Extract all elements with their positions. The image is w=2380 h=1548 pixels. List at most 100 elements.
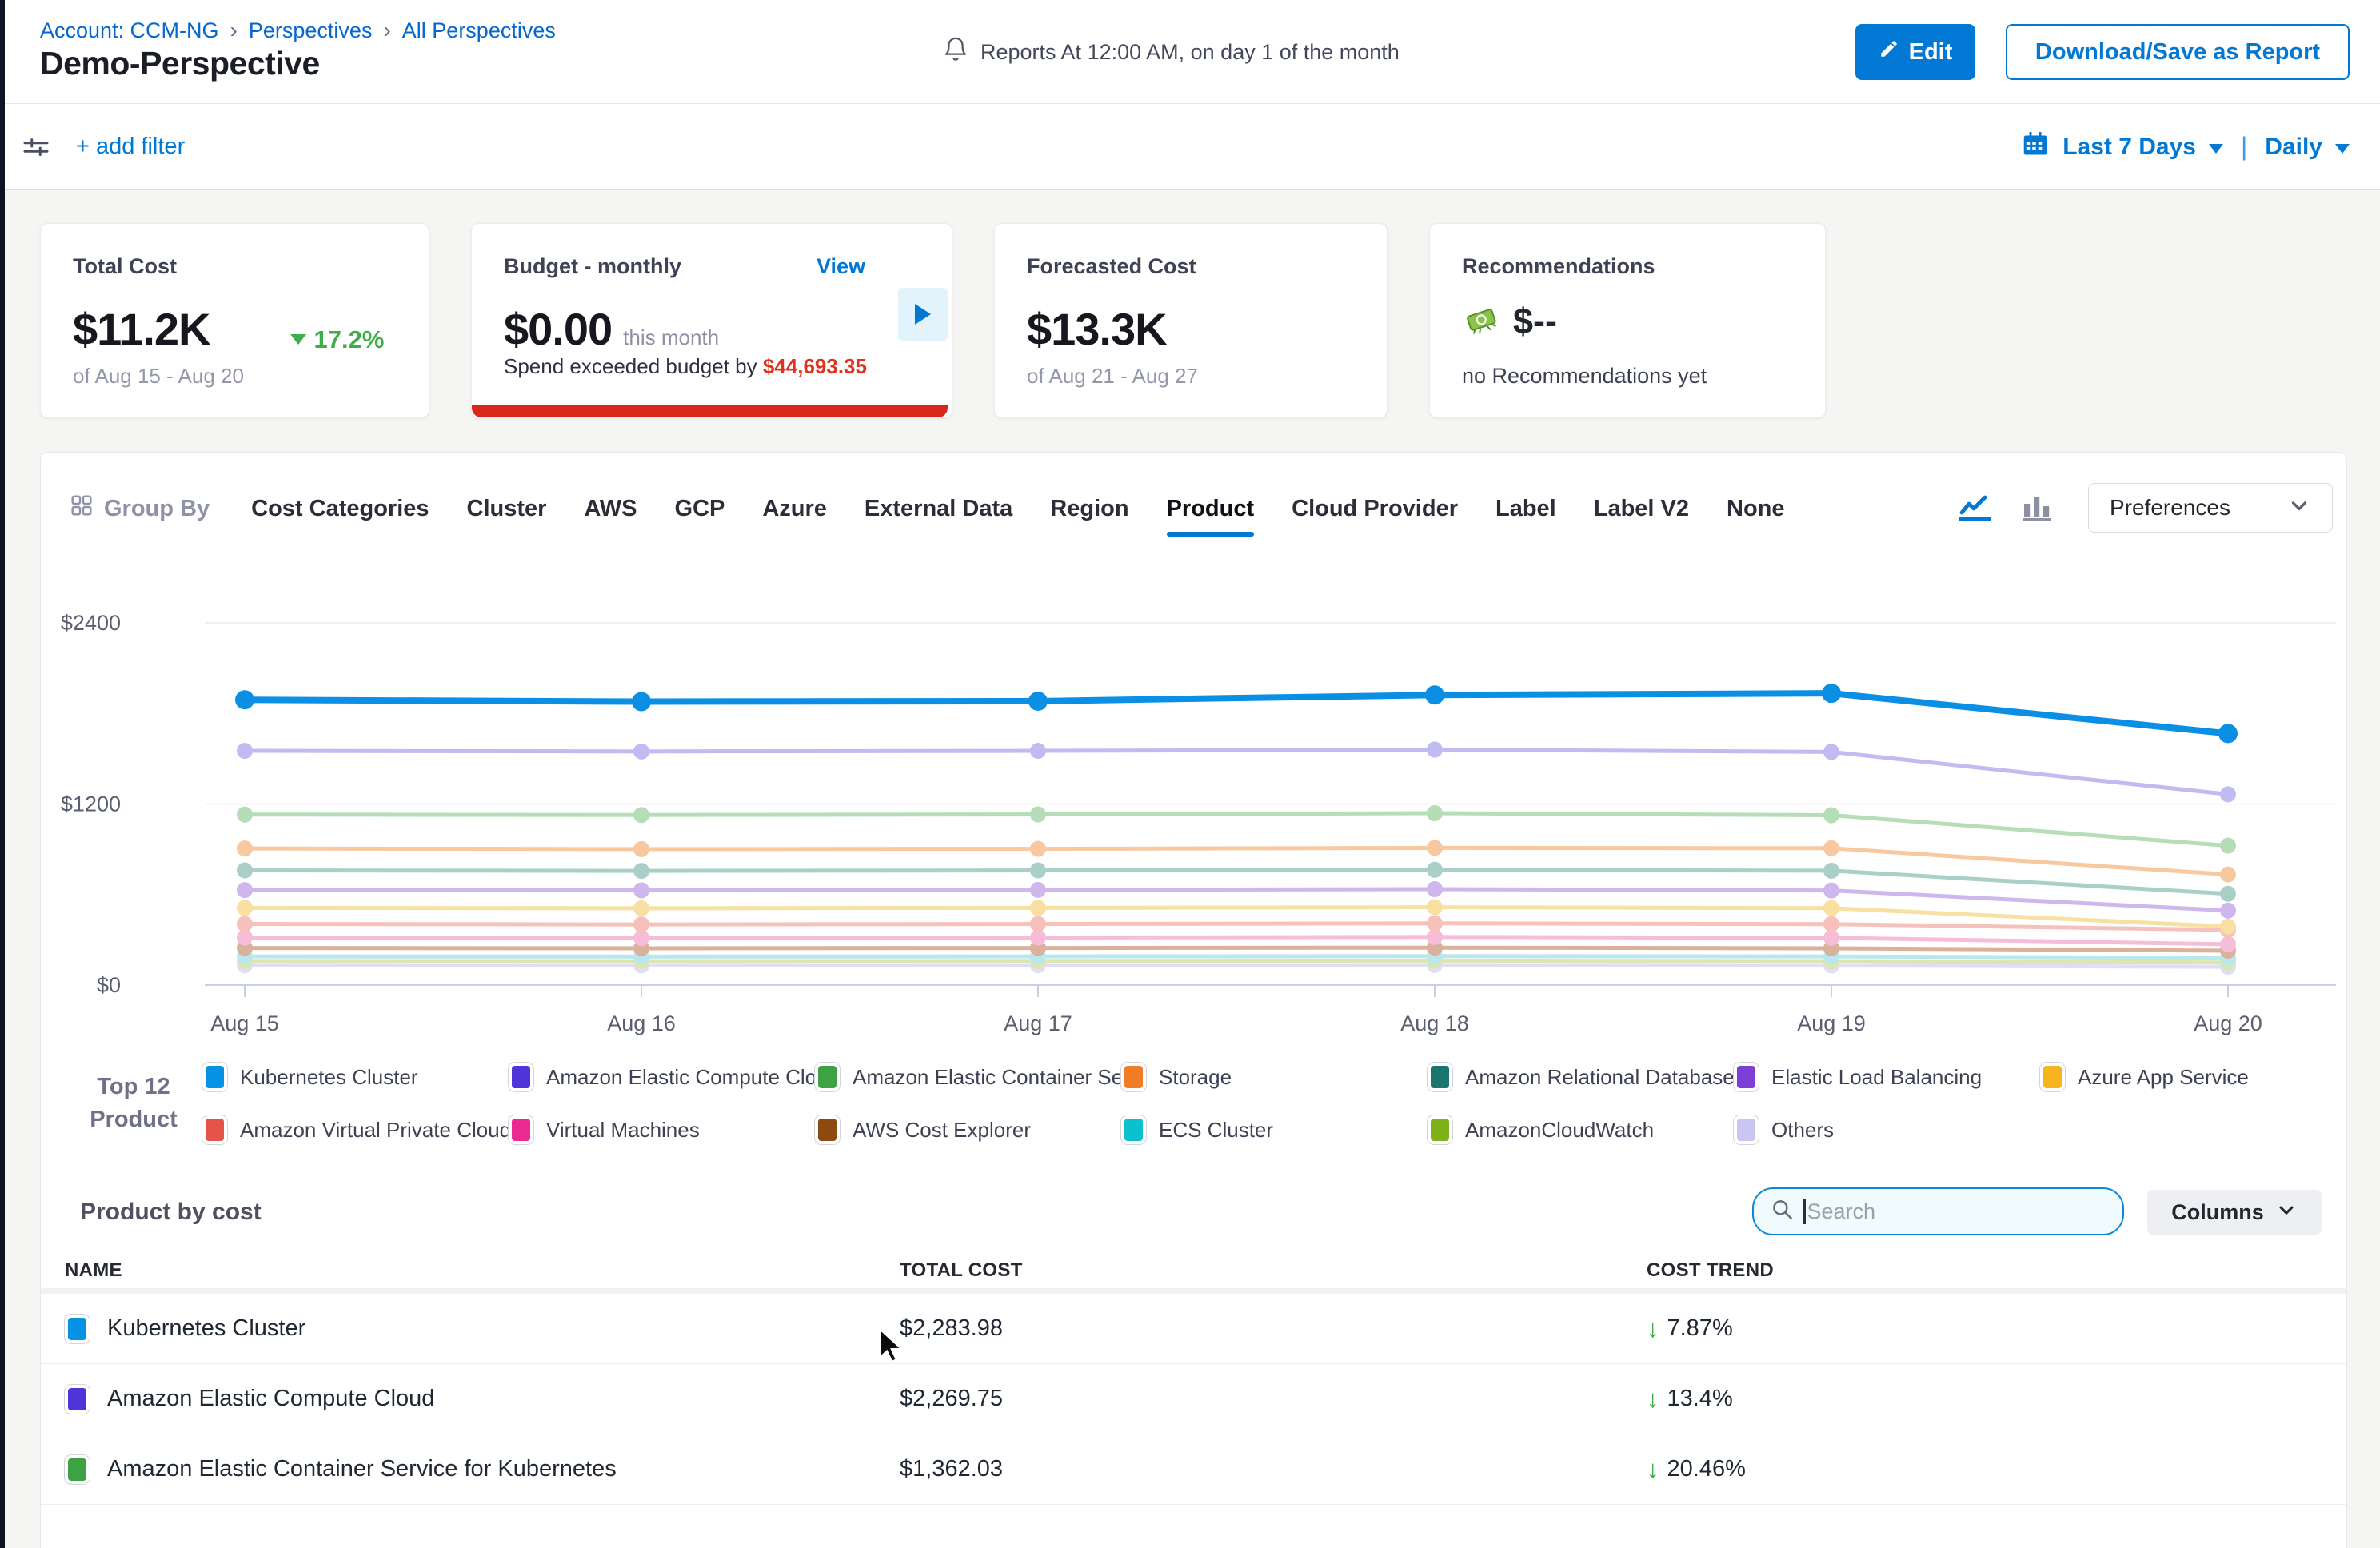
page-header: Account: CCM-NG › Perspectives › All Per… [0, 0, 2380, 104]
forecasted-cost-period: of Aug 21 - Aug 27 [1027, 364, 1198, 389]
breadcrumb-perspectives-link[interactable]: Perspectives [249, 18, 373, 43]
legend-item[interactable]: Azure App Service [2040, 1063, 2346, 1091]
page: Account: CCM-NG › Perspectives › All Per… [0, 0, 2380, 1548]
legend-item[interactable]: Amazon Relational Database ... [1428, 1063, 1734, 1091]
row-trend: 13.4% [1667, 1386, 1733, 1412]
budget-overspend-bar [472, 405, 948, 417]
legend-item[interactable]: Kubernetes Cluster [202, 1063, 509, 1091]
table-row[interactable]: Amazon Elastic Container Service for Kub… [41, 1434, 2346, 1505]
series-swatch [1734, 1115, 1759, 1144]
filter-sliders-icon[interactable] [19, 130, 53, 168]
filter-bar: + add filter Last 7 Days | Daily [0, 104, 2380, 190]
tab-gcp[interactable]: GCP [675, 496, 725, 522]
budget-exceeded-text: Spend exceeded budget by $44,693.35 [504, 354, 867, 379]
table-row[interactable]: Amazon Elastic Compute Cloud $2,269.75 ↓… [41, 1364, 2346, 1434]
col-header-cost-trend[interactable]: COST TREND [1647, 1259, 2346, 1282]
row-total-cost: $1,362.03 [900, 1456, 1647, 1482]
summary-cards: Total Cost $11.2K 17.2% of Aug 15 - Aug … [0, 190, 2380, 452]
header-actions: Edit Download/Save as Report [1855, 24, 2350, 80]
legend-item[interactable]: ECS Cluster [1121, 1115, 1428, 1144]
report-schedule-text: Reports At 12:00 AM, on day 1 of the mon… [980, 40, 1400, 65]
series-swatch [1734, 1063, 1759, 1091]
trend-down-arrow-icon: ↓ [1647, 1315, 1659, 1343]
page-title: Demo-Perspective [40, 45, 320, 82]
chevron-down-icon[interactable] [2209, 144, 2223, 154]
columns-button[interactable]: Columns [2147, 1190, 2322, 1235]
svg-text:Aug 15: Aug 15 [210, 1011, 279, 1035]
table-header-row: NAME TOTAL COST COST TREND [41, 1252, 2346, 1288]
legend-item[interactable]: Storage [1121, 1063, 1428, 1091]
search-input[interactable]: Search [1752, 1187, 2124, 1235]
recommendations-value: $-- [1513, 301, 1557, 342]
tab-region[interactable]: Region [1050, 496, 1128, 522]
tab-cloud-provider[interactable]: Cloud Provider [1292, 496, 1458, 522]
breadcrumb-separator: › [383, 18, 390, 43]
total-cost-card: Total Cost $11.2K 17.2% of Aug 15 - Aug … [40, 223, 429, 418]
time-range-controls: Last 7 Days | Daily [2021, 104, 2350, 190]
svg-text:Aug 16: Aug 16 [607, 1011, 676, 1035]
legend-item[interactable]: Elastic Load Balancing [1734, 1063, 2040, 1091]
group-by-tabs: Cost Categories Cluster AWS GCP Azure Ex… [251, 496, 1784, 522]
line-chart-icon[interactable] [1957, 486, 1995, 529]
row-name: Amazon Elastic Compute Cloud [107, 1386, 434, 1412]
legend-item[interactable]: Virtual Machines [509, 1115, 815, 1144]
tab-label[interactable]: Label [1495, 496, 1556, 522]
breadcrumb-account-link[interactable]: Account: CCM-NG [40, 18, 219, 43]
svg-text:$2400: $2400 [61, 611, 121, 635]
tab-label-v2[interactable]: Label V2 [1594, 496, 1689, 522]
recommendations-card: Recommendations $-- no Recommendations y… [1429, 223, 1826, 418]
series-swatch [65, 1315, 90, 1343]
tab-aws[interactable]: AWS [584, 496, 637, 522]
budget-value: $0.00 [504, 303, 612, 355]
col-header-name[interactable]: NAME [65, 1259, 900, 1282]
row-name: Amazon Elastic Container Service for Kub… [107, 1456, 617, 1482]
chevron-down-icon[interactable] [2335, 144, 2350, 154]
tab-cost-categories[interactable]: Cost Categories [251, 496, 429, 522]
preferences-dropdown[interactable]: Preferences [2088, 483, 2333, 533]
row-trend: 20.46% [1667, 1456, 1746, 1482]
table-row[interactable]: Kubernetes Cluster $2,283.98 ↓ 7.87% [41, 1294, 2346, 1364]
breadcrumb-all-perspectives-link[interactable]: All Perspectives [402, 18, 556, 43]
trend-down-arrow-icon: ↓ [1647, 1455, 1659, 1484]
recommendations-label: Recommendations [1462, 254, 1793, 279]
calendar-icon [2021, 130, 2050, 165]
legend-item[interactable]: Amazon Elastic Compute Clo... [509, 1063, 815, 1091]
tab-external-data[interactable]: External Data [865, 496, 1012, 522]
recommendations-note: no Recommendations yet [1462, 364, 1707, 389]
row-name: Kubernetes Cluster [107, 1315, 305, 1342]
tab-cluster[interactable]: Cluster [467, 496, 547, 522]
granularity-selector[interactable]: Daily [2265, 134, 2322, 161]
total-cost-label: Total Cost [73, 254, 397, 279]
budget-exceeded-amount: $44,693.35 [763, 354, 867, 378]
tab-none[interactable]: None [1727, 496, 1785, 522]
divider: | [2241, 132, 2247, 162]
budget-value-suffix: this month [623, 325, 719, 350]
series-swatch [2040, 1063, 2065, 1091]
cost-trend-line-chart[interactable]: $0$1200$2400Aug 15Aug 16Aug 17Aug 18Aug … [41, 573, 2347, 1100]
row-total-cost: $2,269.75 [900, 1386, 1647, 1412]
budget-view-link[interactable]: View [817, 254, 865, 279]
bar-chart-icon[interactable] [2018, 486, 2056, 529]
series-swatch [509, 1063, 533, 1091]
text-cursor [1803, 1199, 1806, 1224]
forecasted-cost-label: Forecasted Cost [1027, 254, 1355, 279]
budget-next-button[interactable] [898, 288, 948, 341]
svg-text:Aug 20: Aug 20 [2194, 1011, 2262, 1035]
legend-item[interactable]: Amazon Virtual Private Cloud [202, 1115, 509, 1144]
perspective-panel: Group By Cost Categories Cluster AWS GCP… [40, 452, 2347, 1548]
forecasted-cost-value: $13.3K [1027, 303, 1167, 355]
series-swatch [509, 1115, 533, 1144]
table-title: Product by cost [80, 1199, 262, 1226]
add-filter-button[interactable]: + add filter [76, 104, 185, 190]
date-range-selector[interactable]: Last 7 Days [2063, 134, 2196, 161]
tab-product[interactable]: Product [1167, 496, 1255, 522]
legend-item[interactable]: AmazonCloudWatch [1428, 1115, 1734, 1144]
legend-item[interactable]: Others [1734, 1115, 2040, 1144]
tab-azure[interactable]: Azure [762, 496, 827, 522]
legend-item[interactable]: AWS Cost Explorer [815, 1115, 1121, 1144]
edit-button[interactable]: Edit [1855, 24, 1975, 80]
legend-item[interactable]: Amazon Elastic Container Se... [815, 1063, 1121, 1091]
chevron-down-icon [2275, 1199, 2298, 1227]
col-header-total-cost[interactable]: TOTAL COST [900, 1259, 1647, 1282]
download-save-report-button[interactable]: Download/Save as Report [2006, 24, 2350, 80]
